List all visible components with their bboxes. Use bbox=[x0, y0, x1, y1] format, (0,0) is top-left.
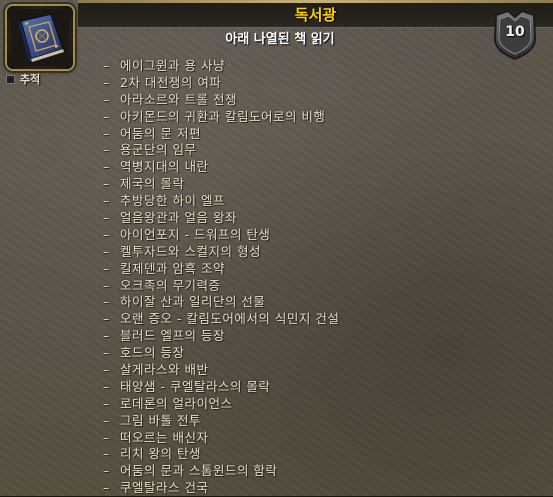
achievement-title: 독서광 bbox=[294, 6, 337, 24]
criteria-item: – 떠오르는 배신자 bbox=[103, 430, 339, 447]
bullet-dash: – bbox=[103, 260, 110, 276]
bullet-dash: – bbox=[103, 294, 110, 310]
criteria-label: 살게라스와 배반 bbox=[120, 362, 209, 378]
criteria-label: 리치 왕의 탄생 bbox=[120, 446, 201, 462]
criteria-label: 태양샘 - 쿠엘탈라스의 몰락 bbox=[120, 378, 271, 394]
track-checkbox[interactable] bbox=[6, 75, 15, 84]
bullet-dash: – bbox=[103, 125, 110, 141]
criteria-label: 오랜 증오 - 칼림도어에서의 식민지 건설 bbox=[120, 311, 340, 327]
criteria-label: 추방당한 하이 엘프 bbox=[120, 193, 225, 209]
bullet-dash: – bbox=[103, 412, 110, 428]
criteria-item: – 그림 바톨 전투 bbox=[103, 413, 339, 430]
criteria-item: – 오랜 증오 - 칼림도어에서의 식민지 건설 bbox=[103, 311, 339, 328]
criteria-label: 로데론의 얼라이언스 bbox=[120, 395, 233, 411]
criteria-item: – 쿠엘탈라스 건국 bbox=[103, 480, 339, 497]
bullet-dash: – bbox=[103, 429, 110, 445]
criteria-item: – 블러드 엘프의 등장 bbox=[103, 328, 339, 345]
bullet-dash: – bbox=[103, 108, 110, 124]
criteria-item: – 리치 왕의 탄생 bbox=[103, 446, 339, 463]
criteria-label: 아라소르와 트롤 전쟁 bbox=[120, 91, 237, 107]
bullet-dash: – bbox=[103, 58, 110, 73]
bullet-dash: – bbox=[103, 226, 110, 242]
bullet-dash: – bbox=[103, 142, 110, 158]
criteria-label: 떠오르는 배신자 bbox=[120, 429, 209, 445]
achievement-icon-frame bbox=[7, 6, 73, 69]
bullet-dash: – bbox=[103, 480, 110, 496]
criteria-label: 에이그윈과 용 사냥 bbox=[120, 58, 225, 73]
achievement-description: 아래 나열된 책 읽기 bbox=[225, 32, 335, 47]
criteria-label: 킬제덴과 암흑 조약 bbox=[120, 260, 225, 276]
bullet-dash: – bbox=[103, 91, 110, 107]
criteria-item: – 켈투자드와 스컬지의 형성 bbox=[103, 244, 339, 261]
bullet-dash: – bbox=[103, 159, 110, 175]
criteria-label: 호드의 등장 bbox=[120, 345, 185, 361]
bullet-dash: – bbox=[103, 243, 110, 259]
bullet-dash: – bbox=[103, 362, 110, 378]
bullet-dash: – bbox=[103, 446, 110, 462]
bullet-dash: – bbox=[103, 74, 110, 90]
criteria-item: – 아이언포지 - 드워프의 탄생 bbox=[103, 227, 339, 244]
criteria-label: 켈투자드와 스컬지의 형성 bbox=[120, 243, 261, 259]
criteria-item: – 태양샘 - 쿠엘탈라스의 몰락 bbox=[103, 379, 339, 396]
criteria-item: – 어둠의 문 저편 bbox=[103, 126, 339, 143]
criteria-item: – 용군단의 임무 bbox=[103, 142, 339, 159]
criteria-label: 어둠의 문 저편 bbox=[120, 125, 201, 141]
criteria-label: 오크족의 무기력증 bbox=[120, 277, 221, 293]
criteria-item: – 추방당한 하이 엘프 bbox=[103, 193, 339, 210]
criteria-label: 쿠엘탈라스 건국 bbox=[120, 480, 209, 496]
criteria-label: 아키몬드의 귀환과 칼림도어로의 비행 bbox=[120, 108, 326, 124]
criteria-item: – 아라소르와 트롤 전쟁 bbox=[103, 92, 339, 109]
bullet-dash: – bbox=[103, 193, 110, 209]
criteria-item: –2차 대전쟁의 여파 bbox=[103, 75, 339, 92]
bullet-dash: – bbox=[103, 328, 110, 344]
criteria-label: 그림 바톨 전투 bbox=[120, 412, 201, 428]
criteria-label: 역병지대의 내란 bbox=[120, 159, 209, 175]
criteria-label: 얼음왕관과 얼음 왕좌 bbox=[120, 210, 237, 226]
criteria-label: 용군단의 임무 bbox=[120, 142, 197, 158]
criteria-item: – 제국의 몰락 bbox=[103, 176, 339, 193]
bullet-dash: – bbox=[103, 463, 110, 479]
bullet-dash: – bbox=[103, 395, 110, 411]
criteria-item: – 하이잘 산과 일리단의 선물 bbox=[103, 294, 339, 311]
criteria-item: – 살게라스와 배반 bbox=[103, 362, 339, 379]
track-label[interactable]: 추적 bbox=[20, 73, 40, 87]
criteria-label: 하이잘 산과 일리단의 선물 bbox=[120, 294, 266, 310]
criteria-item: – 얼음왕관과 얼음 왕좌 bbox=[103, 210, 339, 227]
criteria-item: – 로데론의 얼라이언스 bbox=[103, 396, 339, 413]
bullet-dash: – bbox=[103, 176, 110, 192]
bullet-dash: – bbox=[103, 311, 110, 327]
criteria-item: – 호드의 등장 bbox=[103, 345, 339, 362]
criteria-item: – 아키몬드의 귀환과 칼림도어로의 비행 bbox=[103, 109, 339, 126]
criteria-item: – 어둠의 문과 스톰윈드의 함락 bbox=[103, 463, 339, 480]
criteria-item: – 킬제덴과 암흑 조약 bbox=[103, 261, 339, 278]
book-icon bbox=[11, 9, 69, 66]
criteria-label: 블러드 엘프의 등장 bbox=[120, 328, 225, 344]
criteria-item: – 에이그윈과 용 사냥 bbox=[103, 58, 339, 75]
criteria-label: 제국의 몰락 bbox=[120, 176, 185, 192]
criteria-item: – 역병지대의 내란 bbox=[103, 159, 339, 176]
bullet-dash: – bbox=[103, 345, 110, 361]
bullet-dash: – bbox=[103, 378, 110, 394]
criteria-item: – 오크족의 무기력증 bbox=[103, 278, 339, 295]
bullet-dash: – bbox=[103, 277, 110, 293]
bullet-dash: – bbox=[103, 210, 110, 226]
achievement-points: 10 bbox=[505, 24, 525, 40]
criteria-label: 아이언포지 - 드워프의 탄생 bbox=[120, 226, 271, 242]
criteria-label: 어둠의 문과 스톰윈드의 함락 bbox=[120, 463, 278, 479]
criteria-label: 2차 대전쟁의 여파 bbox=[120, 74, 222, 90]
criteria-list: – 에이그윈과 용 사냥 –2차 대전쟁의 여파 – 아라소르와 트롤 전쟁 – 아키몬드의… bbox=[103, 58, 339, 497]
